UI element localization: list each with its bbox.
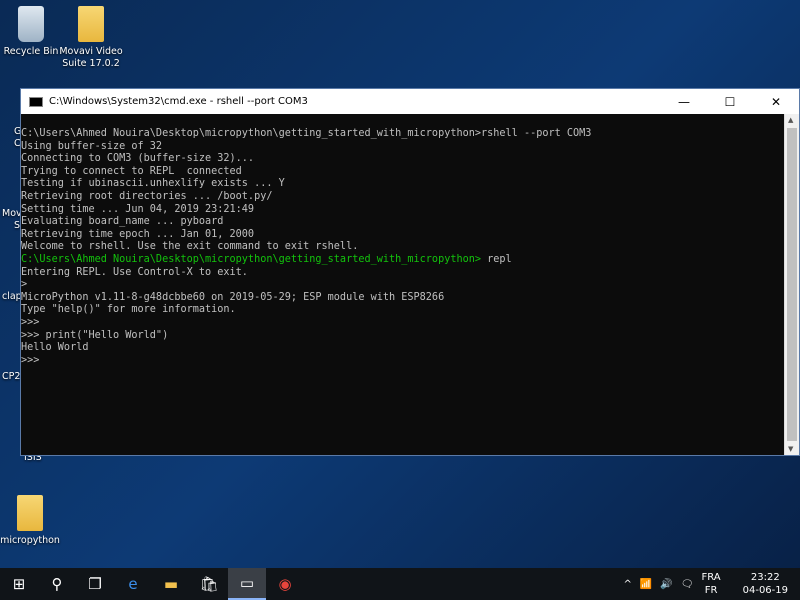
terminal-line: Retrieving root directories ... /boot.py… <box>21 191 784 204</box>
terminal-line: >>> print("Hello World") <box>21 330 784 343</box>
edge-icon[interactable]: e <box>114 568 152 600</box>
terminal-text: Trying to connect to REPL connected <box>21 165 242 177</box>
volume-icon[interactable]: 🔊 <box>660 579 672 590</box>
terminal-text: Entering REPL. Use Control-X to exit. <box>21 266 248 278</box>
terminal-text: MicroPython v1.11-8-g48dcbbe60 on 2019-0… <box>21 291 445 303</box>
terminal-line: C:\Users\Ahmed Nouira\Desktop\micropytho… <box>21 128 784 141</box>
folder-icon <box>17 495 43 531</box>
terminal-text: Welcome to rshell. Use the exit command … <box>21 241 359 253</box>
recycle-bin-icon <box>18 6 44 42</box>
taskbar: ⊞ ⚲ ❐ e ▬ 🛍 ▭ ◉ ^ 📶 🔊 🗨 FRA FR 23:22 04-… <box>0 568 800 600</box>
scroll-up-icon[interactable]: ▲ <box>788 116 793 124</box>
terminal-line: Connecting to COM3 (buffer-size 32)... <box>21 153 784 166</box>
scrollbar[interactable]: ▲ ▼ <box>784 114 799 455</box>
terminal-text: Setting time ... Jun 04, 2019 23:21:49 <box>21 203 255 215</box>
title-bar[interactable]: C:\Windows\System32\cmd.exe - rshell --p… <box>21 89 799 114</box>
terminal-line: Using buffer-size of 32 <box>21 141 784 154</box>
partial-label: Mov <box>2 208 22 219</box>
terminal-output[interactable]: C:\Users\Ahmed Nouira\Desktop\micropytho… <box>21 114 784 455</box>
language-indicator[interactable]: FRA FR <box>701 571 720 597</box>
close-button[interactable]: ✕ <box>753 89 799 114</box>
scrollbar-thumb[interactable] <box>787 128 797 441</box>
terminal-text: Retrieving time epoch ... Jan 01, 2000 <box>21 228 255 240</box>
search-icon[interactable]: ⚲ <box>38 568 76 600</box>
icon-label: Movavi Video Suite 17.0.2 <box>59 46 123 69</box>
terminal-line: >>> <box>21 317 784 330</box>
wifi-icon[interactable]: 📶 <box>640 579 652 590</box>
terminal-text: Using buffer-size of 32 <box>21 140 163 152</box>
terminal-text: repl <box>481 253 512 265</box>
terminal-text: Hello World <box>21 342 89 354</box>
icon-label: micropython <box>0 535 60 546</box>
file-explorer-icon[interactable]: ▬ <box>152 568 190 600</box>
terminal-line: Hello World <box>21 342 784 355</box>
terminal-line: Evaluating board_name ... pyboard <box>21 216 784 229</box>
desktop-icon-micropython[interactable]: micropython <box>0 495 68 547</box>
terminal-text: Retrieving root directories ... /boot.py… <box>21 190 273 202</box>
maximize-button[interactable]: ☐ <box>707 89 753 114</box>
minimize-button[interactable]: — <box>661 89 707 114</box>
chevron-up-icon[interactable]: ^ <box>623 579 631 590</box>
terminal-text: Testing if ubinascii.unhexlify exists ..… <box>21 178 285 190</box>
terminal-text: >>> <box>21 354 40 366</box>
terminal-text: >>> print("Hello World") <box>21 329 169 341</box>
folder-icon <box>78 6 104 42</box>
terminal-text: >>> <box>21 316 40 328</box>
terminal-text: Evaluating board_name ... pyboard <box>21 216 224 228</box>
terminal-line: Type "help()" for more information. <box>21 304 784 317</box>
lang-bottom: FR <box>704 585 718 596</box>
terminal-text: > <box>21 279 28 291</box>
scroll-down-icon[interactable]: ▼ <box>788 445 793 453</box>
window-title: C:\Windows\System32\cmd.exe - rshell --p… <box>49 96 308 107</box>
terminal-line: Setting time ... Jun 04, 2019 23:21:49 <box>21 204 784 217</box>
terminal-prompt: C:\Users\Ahmed Nouira\Desktop\micropytho… <box>21 253 482 265</box>
terminal-line: Trying to connect to REPL connected <box>21 166 784 179</box>
terminal-line: Testing if ubinascii.unhexlify exists ..… <box>21 178 784 191</box>
partial-label: clap <box>2 291 22 302</box>
system-tray: ^ 📶 🔊 🗨 FRA FR 23:22 04-06-19 <box>623 571 800 597</box>
terminal-line: >>> <box>21 355 784 368</box>
terminal-line: Entering REPL. Use Control-X to exit. <box>21 267 784 280</box>
store-icon[interactable]: 🛍 <box>190 568 228 600</box>
terminal-line: Welcome to rshell. Use the exit command … <box>21 241 784 254</box>
notification-icon[interactable]: 🗨 <box>681 579 694 590</box>
cmd-icon <box>29 96 43 107</box>
start-button[interactable]: ⊞ <box>0 568 38 600</box>
terminal-line: Retrieving time epoch ... Jan 01, 2000 <box>21 229 784 242</box>
lang-top: FRA <box>701 572 721 583</box>
desktop-icon-movavi[interactable]: Movavi Video Suite 17.0.2 <box>53 6 129 70</box>
time: 23:22 <box>750 572 780 583</box>
terminal-line: MicroPython v1.11-8-g48dcbbe60 on 2019-0… <box>21 292 784 305</box>
chrome-icon[interactable]: ◉ <box>266 568 304 600</box>
cmd-taskbar-icon[interactable]: ▭ <box>228 568 266 600</box>
clock[interactable]: 23:22 04-06-19 <box>743 571 788 597</box>
terminal-text: C:\Users\Ahmed Nouira\Desktop\micropytho… <box>21 128 592 139</box>
terminal-line: C:\Users\Ahmed Nouira\Desktop\micropytho… <box>21 254 784 267</box>
partial-label: CP2 <box>2 371 21 382</box>
task-view-icon[interactable]: ❐ <box>76 568 114 600</box>
terminal-text: Connecting to COM3 (buffer-size 32)... <box>21 153 255 165</box>
terminal-text: Type "help()" for more information. <box>21 304 236 316</box>
date: 04-06-19 <box>742 585 788 596</box>
terminal-line: > <box>21 279 784 292</box>
cmd-window[interactable]: C:\Windows\System32\cmd.exe - rshell --p… <box>20 88 800 456</box>
